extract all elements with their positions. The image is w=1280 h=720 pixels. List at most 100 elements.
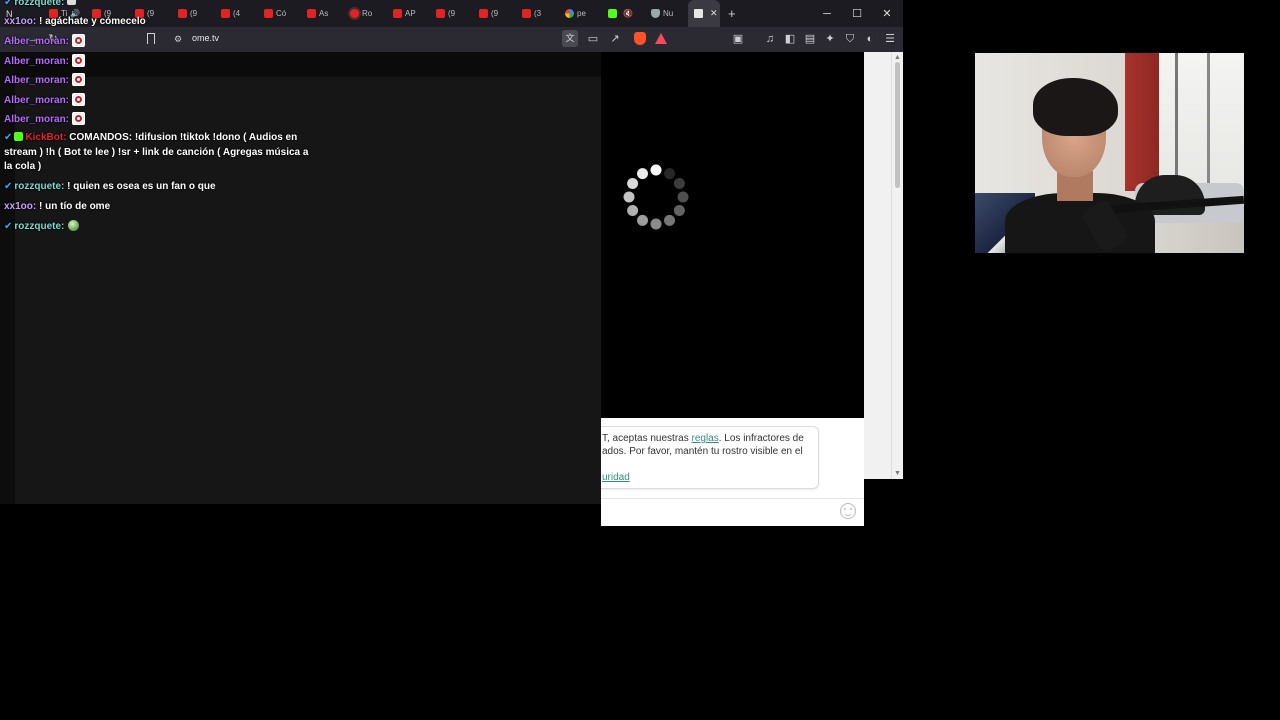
message-input[interactable] (601, 498, 864, 523)
chat-username[interactable]: xx1oo: (4, 201, 36, 212)
wallet-icon[interactable]: ▤ (804, 33, 816, 45)
media-icon[interactable]: ▣ (732, 33, 744, 45)
menu-icon[interactable]: ☰ (884, 33, 896, 45)
tab[interactable]: (4 (215, 0, 258, 27)
theme-icon[interactable]: ◐ (864, 33, 876, 45)
tab-label: Nu (663, 9, 674, 18)
chat-username[interactable]: rozzquete: (14, 181, 64, 192)
scroll-up-icon[interactable]: ▲ (894, 54, 901, 61)
tab[interactable]: (9 (430, 0, 473, 27)
tab-label: (9 (491, 9, 499, 18)
chat-text: ! agáchate y cómecelo (39, 16, 146, 27)
chat-message: Alber_moran: (4, 54, 85, 70)
chat-text: ! quien es osea es un fan o que (67, 181, 216, 192)
chat-text: ! un tío de ome (39, 201, 111, 212)
tab[interactable]: 🔇 (602, 0, 645, 27)
muted-speaker-icon[interactable]: 🔇 (623, 9, 633, 18)
chat-message: ✔ rozzquete: ! quien es osea es un fan o … (4, 180, 216, 195)
spinner-dot (637, 168, 648, 180)
spinner-dot (677, 191, 689, 203)
brave-shields-icon[interactable] (634, 32, 646, 45)
tab[interactable]: Nu (645, 0, 688, 27)
new-tab-button[interactable]: + (728, 6, 736, 21)
chat-username[interactable]: Alber_moran: (4, 36, 69, 47)
rules-notice: T, aceptas nuestras reglas. Los infracto… (595, 426, 819, 489)
close-window-button[interactable]: ✕ (872, 0, 902, 27)
youtube-icon (522, 9, 531, 18)
page-gutter (864, 52, 893, 479)
youtube-icon (436, 9, 445, 18)
minimize-button[interactable]: ─ (812, 0, 842, 27)
tab[interactable]: (9 (172, 0, 215, 27)
chat-username[interactable]: Alber_moran: (4, 95, 69, 106)
tab-label: Ro (362, 9, 373, 18)
window-controls: ─ ☐ ✕ (812, 0, 902, 27)
kick-icon (608, 9, 617, 18)
share-icon[interactable]: ↗ (609, 33, 621, 45)
tab-label: (9 (147, 9, 155, 18)
shield-icon (651, 9, 660, 18)
music-icon[interactable]: ♫ (764, 33, 776, 45)
chat-username[interactable]: Alber_moran: (4, 75, 69, 86)
chat-username[interactable]: Alber_moran: (4, 114, 69, 125)
google-icon (565, 9, 574, 18)
translate-icon[interactable]: 文 (562, 30, 578, 47)
youtube-icon (221, 9, 230, 18)
brave-rewards-icon[interactable] (655, 33, 667, 44)
youtube-icon (307, 9, 316, 18)
record-emote-icon (71, 54, 85, 67)
site-info-icon[interactable]: ⚙ (172, 33, 184, 45)
chat-message: Alber_moran: (4, 93, 85, 109)
chat-username[interactable]: xx1oo: (4, 16, 36, 27)
scrollbar-thumb[interactable] (895, 62, 900, 188)
ball-emote-icon (67, 219, 80, 232)
chat-message: ✔ rozzquete: (4, 219, 80, 235)
tab[interactable]: As (301, 0, 344, 27)
safety-link[interactable]: uridad (602, 472, 630, 483)
tab[interactable]: Ro (344, 0, 387, 27)
tab[interactable]: pe (559, 0, 602, 27)
spinner-dot (637, 214, 648, 226)
page-scrollbar[interactable]: ▲ ▼ (891, 52, 903, 479)
maximize-button[interactable]: ☐ (842, 0, 872, 27)
youtube-icon (264, 9, 273, 18)
loading-spinner-icon (623, 164, 689, 230)
tab-label: Có (276, 9, 287, 18)
chat-message: ✔ rozzquete: (4, 0, 77, 11)
close-tab-icon[interactable]: ✕ (710, 8, 718, 19)
scroll-down-icon[interactable]: ▼ (894, 470, 901, 477)
page-header-dark (0, 52, 601, 77)
verified-icon: ✔ (4, 181, 13, 192)
tab[interactable]: (3 (516, 0, 559, 27)
chat-username[interactable]: rozzquete: (14, 221, 64, 232)
chat-username[interactable]: Alber_moran: (4, 56, 69, 67)
rules-link[interactable]: reglas (692, 433, 719, 444)
url-text: ome.tv (192, 33, 220, 43)
youtube-icon (393, 9, 402, 18)
chat-username[interactable]: rozzquete: (14, 0, 64, 8)
spinner-dot (664, 168, 675, 180)
chat-username[interactable]: KickBot: (25, 132, 66, 143)
tab[interactable]: AP (387, 0, 430, 27)
emoji-icon[interactable] (840, 503, 856, 519)
record-emote-icon (71, 73, 85, 86)
chat-message: Alber_moran: (4, 73, 85, 89)
address-bar[interactable]: ⚙ ome.tv (166, 30, 676, 49)
tab[interactable]: ✕ (688, 0, 720, 27)
chat-message: xx1oo: ! agáchate y cómecelo (4, 15, 146, 30)
tab-label: (9 (448, 9, 456, 18)
spinner-dot (627, 205, 639, 216)
tab[interactable]: (9 (473, 0, 516, 27)
screenshot-icon[interactable]: ▭ (587, 33, 599, 45)
tab-label: As (319, 9, 329, 18)
tab[interactable]: Có (258, 0, 301, 27)
ome-chat-panel: T, aceptas nuestras reglas. Los infracto… (595, 418, 864, 526)
chat-message: xx1oo: ! un tío de ome (4, 200, 110, 215)
leo-ai-icon[interactable]: ✦ (824, 33, 836, 45)
vpn-shield-icon[interactable]: ⛉ (844, 33, 856, 45)
record-emote-icon (71, 34, 85, 47)
bookmark-icon[interactable] (147, 33, 155, 44)
sidebar-icon[interactable]: ◧ (784, 33, 796, 45)
verified-icon: ✔ (4, 221, 13, 232)
tab-label: (4 (233, 9, 241, 18)
